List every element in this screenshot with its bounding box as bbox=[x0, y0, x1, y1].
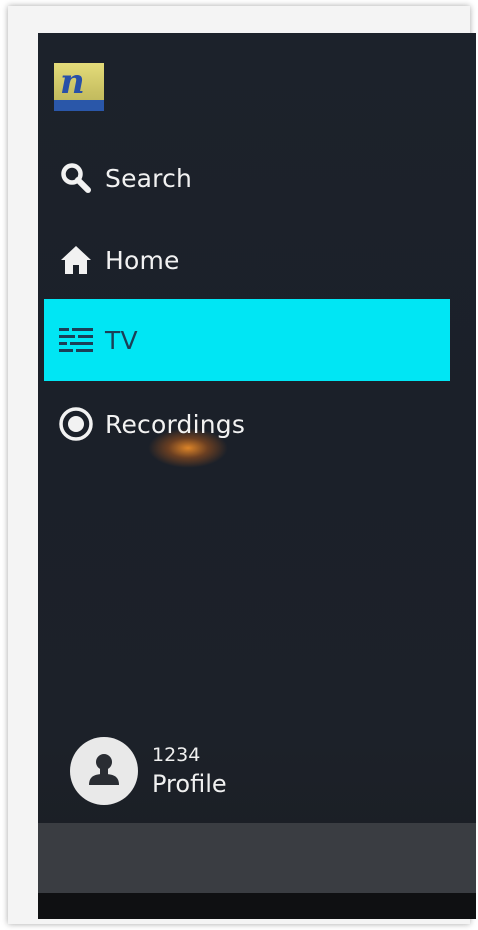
photo-frame: n Search Home TV Recordings 1234 Profile bbox=[8, 6, 476, 924]
profile-text: 1234 Profile bbox=[152, 742, 227, 800]
tv-screen: n Search Home TV Recordings 1234 Profile bbox=[38, 33, 476, 919]
avatar bbox=[70, 737, 138, 805]
menu-item-search[interactable]: Search bbox=[44, 137, 450, 219]
menu-item-label: Recordings bbox=[105, 409, 246, 439]
bottom-bar bbox=[38, 823, 476, 893]
logo-mark: n bbox=[60, 63, 85, 102]
profile-entry[interactable]: 1234 Profile bbox=[70, 737, 227, 805]
menu-item-label: Home bbox=[105, 245, 180, 275]
home-icon bbox=[56, 240, 96, 280]
person-icon bbox=[84, 749, 124, 793]
search-icon bbox=[56, 158, 96, 198]
menu-item-recordings[interactable]: Recordings bbox=[44, 383, 450, 465]
screen-bottom-edge bbox=[38, 893, 476, 919]
menu-item-home[interactable]: Home bbox=[44, 219, 450, 301]
record-icon bbox=[56, 404, 96, 444]
logo-band bbox=[54, 100, 104, 111]
profile-id: 1234 bbox=[152, 744, 201, 766]
profile-label: Profile bbox=[152, 770, 227, 798]
tv-guide-icon bbox=[56, 320, 96, 360]
brand-logo: n bbox=[54, 63, 104, 111]
menu-item-label: Search bbox=[105, 163, 193, 193]
menu-item-label: TV bbox=[105, 325, 138, 355]
menu-item-tv[interactable]: TV bbox=[44, 299, 450, 381]
